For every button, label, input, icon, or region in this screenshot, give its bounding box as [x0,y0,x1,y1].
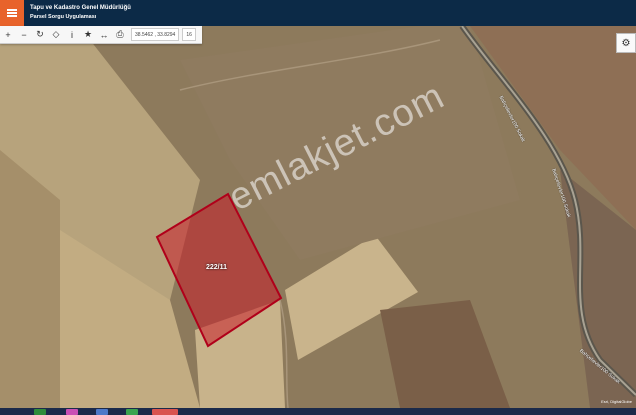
taskbar-app-icon[interactable] [152,409,178,415]
measure-icon[interactable]: ↔ [96,26,112,43]
locate-icon[interactable]: ◇ [48,26,64,43]
zoom-in-icon[interactable]: + [0,26,16,43]
taskbar-app-icon[interactable] [126,409,138,415]
app-title: Tapu ve Kadastro Genel Müdürlüğü [30,5,131,11]
app-subtitle: Parsel Sorgu Uygulaması [30,14,97,20]
taskbar-app-icon[interactable] [66,409,78,415]
zoom-out-icon[interactable]: − [16,26,32,43]
info-icon[interactable]: i [64,26,80,43]
satellite-map[interactable] [0,26,636,408]
refresh-icon[interactable]: ↻ [32,26,48,43]
hamburger-menu-button[interactable] [0,0,24,26]
map-toolbar: + − ↻ ◇ i ★ ↔ ⎙ 38.5462 , 33.8294 16 [0,26,202,44]
taskbar-app-icon[interactable] [34,409,46,415]
map-imagery [0,26,636,408]
print-icon[interactable]: ⎙ [112,26,128,43]
star-icon[interactable]: ★ [80,26,96,43]
coordinates-display: 38.5462 , 33.8294 [131,28,180,41]
zoom-level-display: 16 [182,28,196,41]
hamburger-icon [7,12,17,14]
gear-icon[interactable]: ⚙ [616,33,636,53]
map-attribution: Esri, DigitalGlobe [601,399,632,404]
taskbar-app-icon[interactable] [96,409,108,415]
app-header: Tapu ve Kadastro Genel Müdürlüğü Parsel … [0,0,636,26]
parcel-number-label: 222/11 [206,264,228,271]
